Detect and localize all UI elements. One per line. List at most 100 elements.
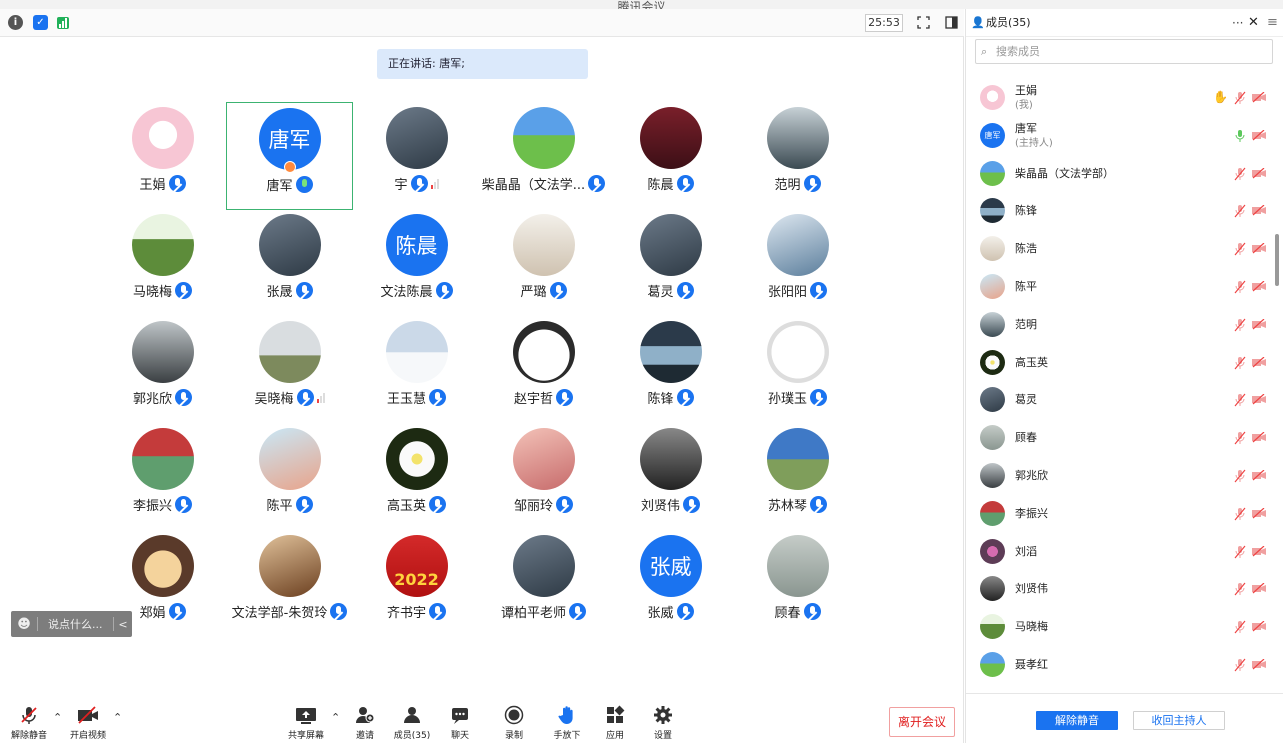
camera-off-icon[interactable] [1252, 621, 1266, 632]
chat-button[interactable]: 聊天 [445, 705, 475, 741]
more-options-icon[interactable]: ··· [1232, 9, 1243, 37]
video-button[interactable]: 开启视频 [67, 705, 109, 741]
participant-tile[interactable]: 苏林琴 [734, 423, 861, 531]
mic-muted-icon[interactable] [1234, 167, 1246, 181]
mic-muted-icon[interactable] [1234, 318, 1246, 332]
participant-tile[interactable]: 陈平 [226, 423, 353, 531]
layout-icon[interactable] [945, 16, 958, 29]
member-row[interactable]: 聂孝红 [966, 645, 1283, 682]
leave-meeting-button[interactable]: 离开会议 [889, 707, 955, 737]
member-row[interactable]: 葛灵 [966, 380, 1283, 417]
signal-icon[interactable] [57, 17, 69, 29]
camera-off-icon[interactable] [1252, 281, 1266, 292]
participant-tile[interactable]: 陈晨 [607, 102, 734, 210]
participant-tile[interactable]: 柴晶晶（文法学... [480, 102, 607, 210]
share-screen-button[interactable]: 共享屏幕 [285, 705, 327, 741]
mic-muted-icon[interactable] [1234, 91, 1246, 105]
member-row[interactable]: 柴晶晶（文法学部） [966, 154, 1283, 191]
mic-muted-icon[interactable] [1234, 507, 1246, 521]
unmute-all-button[interactable]: 解除静音 [1036, 711, 1118, 730]
member-row[interactable]: 郭兆欣 [966, 456, 1283, 493]
participant-tile[interactable]: 吴晓梅 [226, 316, 353, 424]
participant-tile[interactable]: 文法学部-朱贺玲 [226, 530, 353, 638]
camera-off-icon[interactable] [1252, 470, 1266, 481]
camera-off-icon[interactable] [1252, 583, 1266, 594]
collapse-chat-icon[interactable]: < [114, 618, 132, 631]
mic-muted-icon[interactable] [1234, 658, 1246, 672]
participant-tile[interactable]: 赵宇哲 [480, 316, 607, 424]
chevron-up-icon[interactable]: ⌃ [331, 711, 340, 724]
chevron-up-icon[interactable]: ⌃ [113, 711, 122, 724]
member-row[interactable]: 马晓梅 [966, 607, 1283, 644]
camera-off-icon[interactable] [1252, 92, 1266, 103]
participant-tile[interactable]: 唐军 唐军 [226, 102, 353, 210]
participant-tile[interactable]: 李振兴 [99, 423, 226, 531]
camera-off-icon[interactable] [1252, 205, 1266, 216]
participant-tile[interactable]: 顾春 [734, 530, 861, 638]
mic-muted-icon[interactable] [1234, 620, 1246, 634]
emoji-icon[interactable]: ☻ [11, 617, 37, 632]
participant-tile[interactable]: 陈锋 [607, 316, 734, 424]
participant-tile[interactable]: 张阳阳 [734, 209, 861, 317]
info-icon[interactable]: i [8, 15, 23, 30]
participant-tile[interactable]: 葛灵 [607, 209, 734, 317]
mic-muted-icon[interactable] [1234, 393, 1246, 407]
participant-tile[interactable]: 马晓梅 [99, 209, 226, 317]
participant-tile[interactable]: 孙璞玉 [734, 316, 861, 424]
mic-muted-icon[interactable] [1234, 204, 1246, 218]
participant-tile[interactable]: 范明 [734, 102, 861, 210]
mic-muted-icon[interactable] [1234, 280, 1246, 294]
member-row[interactable]: 刘滔 [966, 532, 1283, 569]
reclaim-host-button[interactable]: 收回主持人 [1133, 711, 1225, 730]
member-row[interactable]: 陈锋 [966, 191, 1283, 228]
chevron-up-icon[interactable]: ⌃ [53, 711, 62, 724]
participant-tile[interactable]: 王玉慧 [353, 316, 480, 424]
camera-off-icon[interactable] [1252, 356, 1266, 368]
chat-input[interactable]: 说点什么... [38, 616, 113, 632]
participant-tile[interactable]: 宇 [353, 102, 480, 210]
member-row[interactable]: 唐军 唐军 (主持人) [966, 116, 1283, 153]
member-row[interactable]: 范明 [966, 305, 1283, 342]
mic-muted-icon[interactable] [1234, 545, 1246, 559]
participant-tile[interactable]: 张晟 [226, 209, 353, 317]
mic-muted-icon[interactable] [1234, 582, 1246, 596]
camera-off-icon[interactable] [1252, 167, 1266, 179]
member-search-input[interactable]: ⌕ 搜索成员 [975, 39, 1273, 64]
member-row[interactable]: 陈浩 [966, 229, 1283, 266]
participant-tile[interactable]: 谭柏平老师 [480, 530, 607, 638]
participant-tile[interactable]: 高玉英 [353, 423, 480, 531]
camera-off-icon[interactable] [1252, 659, 1266, 670]
camera-off-icon[interactable] [1252, 432, 1266, 443]
mic-muted-icon[interactable] [1234, 431, 1246, 445]
participant-tile[interactable]: 郭兆欣 [99, 316, 226, 424]
mic-muted-icon[interactable] [1234, 469, 1246, 483]
camera-off-icon[interactable] [1252, 507, 1266, 519]
fullscreen-icon[interactable] [917, 16, 930, 29]
members-button[interactable]: 成员(35) [392, 705, 432, 741]
camera-off-icon[interactable] [1252, 394, 1266, 405]
member-row[interactable]: 顾春 [966, 418, 1283, 455]
unmute-button[interactable]: 解除静音 [9, 705, 49, 741]
member-row[interactable]: 陈平 [966, 267, 1283, 304]
participant-tile[interactable]: 王娟 [99, 102, 226, 210]
mic-muted-icon[interactable] [1234, 356, 1246, 370]
mic-on-icon[interactable] [1234, 129, 1246, 143]
camera-off-icon[interactable] [1252, 318, 1266, 330]
invite-button[interactable]: 邀请 [350, 705, 380, 741]
quick-chat-box[interactable]: ☻ 说点什么... < [11, 611, 132, 637]
close-icon[interactable]: ✕ [1248, 9, 1259, 37]
participant-tile[interactable]: 严璐 [480, 209, 607, 317]
settings-button[interactable]: 设置 [648, 705, 678, 741]
participant-tile[interactable]: 张威 张威 [607, 530, 734, 638]
participant-tile[interactable]: 邹丽玲 [480, 423, 607, 531]
apps-button[interactable]: 应用 [600, 705, 630, 741]
member-row[interactable]: 王娟 (我) ✋ [966, 78, 1283, 115]
member-row[interactable]: 高玉英 [966, 343, 1283, 380]
member-row[interactable]: 刘贤伟 [966, 569, 1283, 606]
member-row[interactable]: 李振兴 [966, 494, 1283, 531]
shield-icon[interactable]: ✓ [33, 15, 48, 30]
camera-off-icon[interactable] [1252, 545, 1266, 557]
participant-tile[interactable]: 2022 齐书宇 [353, 530, 480, 638]
lower-hand-button[interactable]: 手放下 [550, 705, 584, 741]
participant-tile[interactable]: 刘贤伟 [607, 423, 734, 531]
